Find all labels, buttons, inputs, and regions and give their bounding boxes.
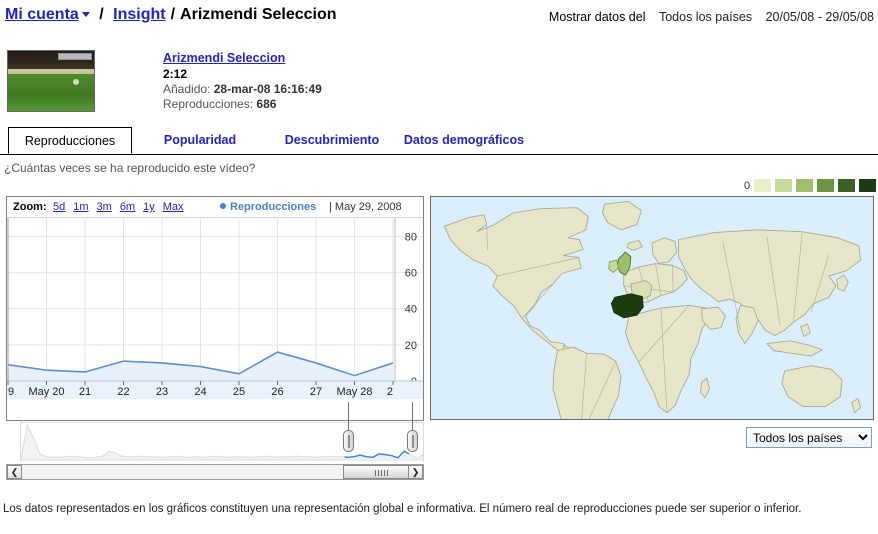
tab-descubrimiento[interactable]: Descubrimiento: [272, 127, 392, 154]
thumbnail-pitch: [8, 73, 94, 111]
svg-text:80: 80: [405, 231, 417, 243]
range-overview-sparkline: [20, 423, 424, 461]
thumbnail-watermark: [58, 53, 92, 60]
chevron-left-icon[interactable]: ❮: [7, 465, 22, 479]
scale-swatch-6: [859, 179, 877, 192]
svg-text:23: 23: [156, 386, 168, 398]
range-scrollbar[interactable]: ❮ ❯: [6, 464, 424, 480]
video-added-value: 28-mar-08 16:16:49: [213, 82, 322, 96]
breadcrumb-separator-2: /: [170, 6, 176, 23]
zoom-option-6m[interactable]: 6m: [120, 201, 135, 213]
chevron-right-icon[interactable]: ❯: [408, 465, 423, 479]
range-overview-graph[interactable]: [20, 422, 424, 462]
map-color-scale: 0 54: [744, 178, 878, 193]
video-duration: 2:12: [163, 67, 188, 81]
thumbnail-ball: [73, 78, 80, 85]
range-handle-left[interactable]: [343, 430, 354, 452]
svg-text:25: 25: [233, 386, 245, 398]
range-tick-left: [348, 402, 349, 430]
section-question: ¿Cuántas veces se ha reproducido este ví…: [4, 161, 256, 175]
scale-swatch-5: [838, 179, 856, 192]
zoom-options: 5d 1m 3m 6m 1y Max: [53, 201, 192, 213]
svg-text:60: 60: [405, 268, 417, 280]
country-select-wrapper[interactable]: Todos los países: [746, 427, 872, 448]
svg-text:24: 24: [194, 386, 206, 398]
zoom-option-1y[interactable]: 1y: [143, 201, 155, 213]
header-filters: Mostrar datos del Todos los países 20/05…: [539, 10, 874, 24]
zoom-option-3m[interactable]: 3m: [97, 201, 112, 213]
range-handle-right[interactable]: [407, 430, 418, 452]
video-summary: Arizmendi Seleccion 2:12 Añadido: 28-mar…: [0, 44, 878, 120]
video-views-value: 686: [256, 97, 277, 111]
zoom-label: Zoom:: [13, 201, 47, 213]
chevron-down-icon[interactable]: [81, 12, 90, 17]
scale-swatch-1: [754, 179, 772, 192]
video-views-label: Reproducciones:: [163, 97, 254, 111]
breadcrumb-my-account-link[interactable]: Mi cuenta: [5, 6, 79, 23]
scale-min-label: 0: [744, 179, 751, 192]
chart-toolbar: Zoom: 5d 1m 3m 6m 1y Max Reproducciones | May…: [7, 197, 423, 218]
video-metadata: Arizmendi Seleccion 2:12 Añadido: 28-mar…: [163, 51, 322, 111]
range-tick-right: [412, 402, 413, 430]
zoom-option-5d[interactable]: 5d: [53, 201, 65, 213]
grip-icon: [375, 470, 389, 476]
tab-bar: Reproducciones Popularidad Descubrimient…: [0, 127, 878, 155]
views-area-chart[interactable]: 0204060809May 2021222324252627May 282: [7, 218, 423, 420]
footer-disclaimer: Los datos representados en los gráficos …: [3, 503, 802, 515]
chart-hover-date: | May 29, 2008: [329, 201, 402, 213]
legend-series-label: Reproducciones: [230, 201, 317, 213]
world-map-svg[interactable]: [431, 197, 873, 419]
svg-text:27: 27: [310, 386, 322, 398]
video-added-label: Añadido:: [163, 82, 211, 96]
world-map[interactable]: [430, 196, 874, 420]
country-select[interactable]: Todos los países: [746, 427, 872, 448]
svg-text:40: 40: [405, 304, 417, 316]
video-title-link[interactable]: Arizmendi Seleccion: [163, 51, 322, 65]
svg-text:26: 26: [271, 386, 283, 398]
zoom-option-max[interactable]: Max: [163, 201, 184, 213]
breadcrumb-separator-1: /: [99, 6, 104, 23]
header-date-range[interactable]: 20/05/08 - 29/05/08: [766, 10, 874, 24]
breadcrumb-insight-link[interactable]: Insight: [113, 6, 165, 23]
svg-text:2: 2: [387, 386, 393, 398]
video-thumbnail[interactable]: [7, 50, 95, 112]
show-data-label: Mostrar datos del: [548, 10, 646, 24]
svg-text:22: 22: [117, 386, 129, 398]
zoom-option-1m[interactable]: 1m: [73, 201, 88, 213]
tab-reproducciones[interactable]: Reproducciones: [8, 127, 132, 154]
svg-text:9: 9: [8, 386, 14, 398]
tab-datos-demograficos[interactable]: Datos demográficos: [396, 127, 532, 154]
views-chart-panel: Zoom: 5d 1m 3m 6m 1y Max Reproducciones | May…: [6, 196, 424, 421]
svg-text:21: 21: [79, 386, 91, 398]
scale-swatch-4: [817, 179, 835, 192]
video-added-line: Añadido: 28-mar-08 16:16:49: [163, 82, 322, 96]
legend-dot-icon: [220, 203, 226, 209]
range-selector[interactable]: ❮ ❯: [6, 402, 424, 480]
svg-text:May 28: May 28: [336, 386, 372, 398]
chart-legend: Reproducciones: [220, 201, 316, 213]
video-views-line: Reproducciones: 686: [163, 97, 322, 111]
scale-swatch-3: [796, 179, 814, 192]
svg-text:May 20: May 20: [28, 386, 64, 398]
page-header: Mi cuenta / Insight / Arizmendi Seleccion …: [0, 0, 878, 36]
chart-plot-area[interactable]: 0204060809May 2021222324252627May 282: [7, 218, 423, 420]
breadcrumb: Mi cuenta / Insight / Arizmendi Seleccion: [5, 6, 337, 24]
scale-swatch-2: [775, 179, 793, 192]
breadcrumb-current-video: Arizmendi Seleccion: [180, 6, 337, 23]
tab-popularidad[interactable]: Popularidad: [150, 127, 250, 154]
header-country-filter[interactable]: Todos los países: [659, 10, 752, 24]
svg-text:20: 20: [405, 340, 417, 352]
